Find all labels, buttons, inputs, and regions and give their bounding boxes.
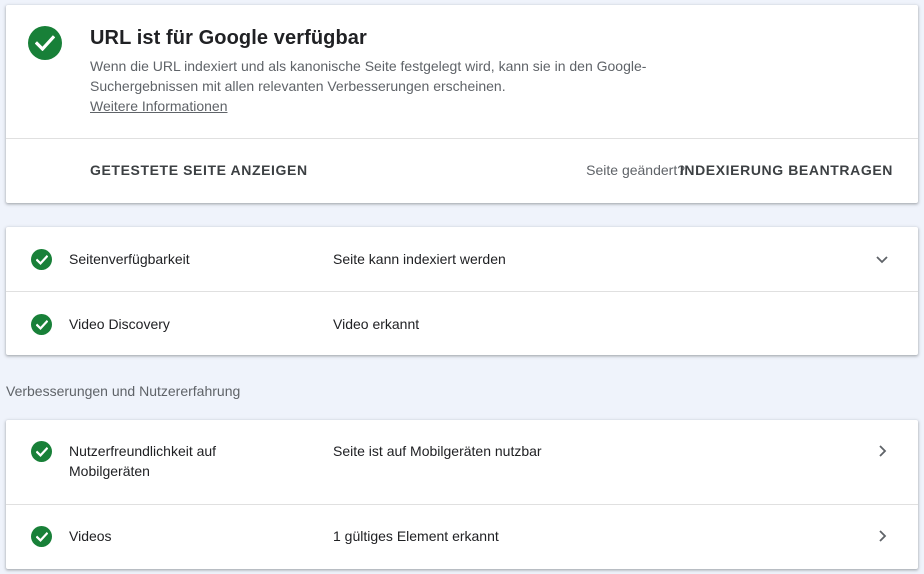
list-item-video-discovery: Video Discovery Video erkannt [6,292,918,355]
availability-summary-card: URL ist für Google verfügbar Wenn die UR… [6,5,918,203]
chevron-down-icon[interactable] [874,251,890,267]
list-item-videos[interactable]: Videos 1 gültiges Element erkannt [6,505,918,569]
request-indexing-button[interactable]: INDEXIERUNG BEANTRAGEN [680,162,893,178]
more-info-link[interactable]: Weitere Informationen [90,96,227,116]
list-item-mobile-usability[interactable]: Nutzerfreundlichkeit auf Mobilgeräten Se… [6,420,918,504]
check-circle-icon [31,314,52,335]
list-item-label: Seitenverfügbarkeit [69,251,190,267]
enhancements-card: Nutzerfreundlichkeit auf Mobilgeräten Se… [6,420,918,569]
check-circle-icon [28,26,62,60]
check-circle-icon [31,526,52,547]
list-item-value: 1 gültiges Element erkannt [333,528,499,544]
check-circle-icon [31,441,52,462]
list-item-label: Nutzerfreundlichkeit auf Mobilgeräten [69,443,217,479]
list-item-value: Seite ist auf Mobilgeräten nutzbar [333,443,542,459]
divider [6,138,918,139]
section-heading-enhancements: Verbesserungen und Nutzererfahrung [6,383,241,399]
list-item-page-availability[interactable]: Seitenverfügbarkeit Seite kann indexiert… [6,227,918,291]
page-changed-text: Seite geändert? [586,162,685,178]
summary-description: Wenn die URL indexiert und als kanonisch… [90,58,647,94]
chevron-right-icon[interactable] [874,443,890,459]
coverage-card: Seitenverfügbarkeit Seite kann indexiert… [6,227,918,355]
view-tested-page-button[interactable]: GETESTETE SEITE ANZEIGEN [90,162,308,178]
chevron-right-icon[interactable] [874,528,890,544]
list-item-value: Video erkannt [333,316,420,332]
check-circle-icon [31,249,52,270]
list-item-value: Seite kann indexiert werden [333,251,506,267]
list-item-label: Video Discovery [69,316,170,332]
list-item-label: Videos [69,528,112,544]
summary-title: URL ist für Google verfügbar [90,27,367,49]
